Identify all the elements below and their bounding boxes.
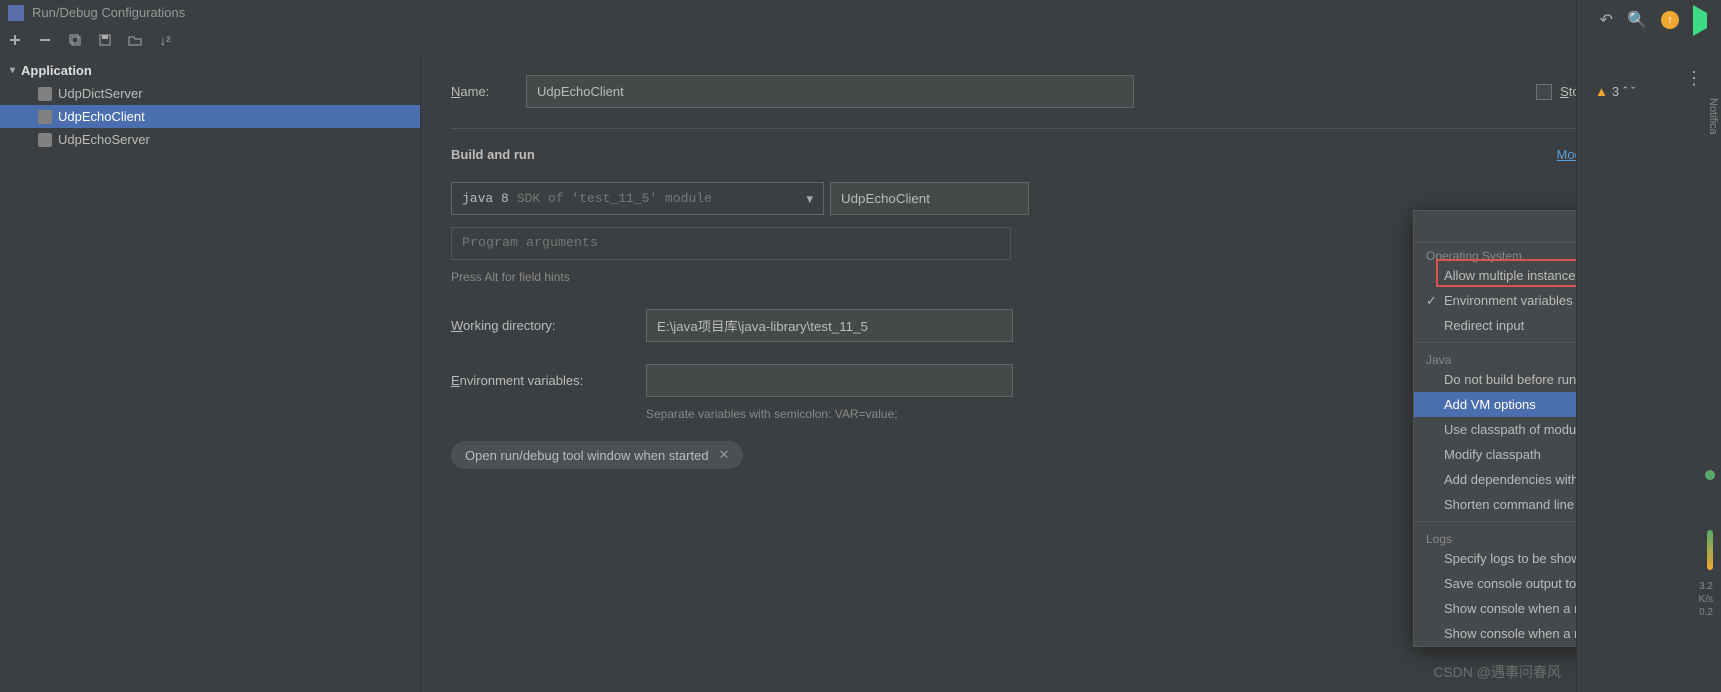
tree-item-udpechoserver[interactable]: UdpEchoServer (0, 128, 420, 151)
tree-item-label: UdpEchoClient (58, 109, 145, 124)
popup-item-label: Redirect input (1444, 318, 1524, 333)
kebab-menu-icon[interactable]: ⋮ (1685, 68, 1701, 89)
popup-item-label: Environment variables (1444, 293, 1573, 308)
warning-count: 3 (1612, 84, 1619, 99)
working-directory-label: Working directory: (451, 318, 646, 333)
config-toolbar: ↓² (0, 25, 1721, 55)
tree-root-application[interactable]: ▾ Application (0, 59, 420, 82)
notifications-tab[interactable]: Notifica (1703, 90, 1721, 143)
popup-item-label: Shorten command line (1444, 497, 1574, 512)
chevron-down-icon: ▾ (806, 191, 813, 207)
working-directory-input[interactable] (646, 309, 1013, 342)
popup-item-label: Modify classpath (1444, 447, 1541, 462)
window-title: Run/Debug Configurations (32, 5, 1583, 20)
check-icon: ✓ (1426, 293, 1437, 309)
csdn-watermark: CSDN @遇事问春风 (1433, 662, 1561, 682)
warning-icon: ▲ (1595, 84, 1608, 99)
program-arguments-input[interactable] (451, 227, 1011, 260)
popup-item-label: Use classpath of module (1444, 422, 1586, 437)
store-checkbox[interactable] (1536, 84, 1552, 100)
config-form: Name: Store as project file ⚙ Build and … (420, 55, 1721, 692)
build-run-section-title: Build and run (451, 147, 535, 162)
window-titlebar: Run/Debug Configurations — ▢ ✕ (0, 0, 1721, 25)
update-icon[interactable]: ↑ (1661, 11, 1679, 29)
remove-config-icon[interactable] (36, 31, 54, 49)
sdk-hint: SDK of 'test_11_5' module (517, 191, 712, 206)
gutter-marker-yellow (1707, 530, 1713, 570)
popup-item-label: Add VM options (1444, 397, 1536, 412)
tree-item-udpechoclient[interactable]: UdpEchoClient (0, 105, 420, 128)
add-config-icon[interactable] (6, 31, 24, 49)
network-stats: 3.2 K/s 0.2 (1699, 580, 1713, 619)
gutter-marker-green (1705, 470, 1715, 480)
run-config-icon (38, 133, 52, 147)
chip-close-icon[interactable]: ✕ (719, 447, 730, 463)
environment-variables-label: Environment variables: (451, 373, 646, 388)
popup-item-label: Save console output to file (1444, 576, 1597, 591)
chevron-down-icon: ▾ (10, 65, 15, 76)
copy-config-icon[interactable] (66, 31, 84, 49)
tree-item-label: UdpEchoServer (58, 132, 150, 147)
popup-item-label: Do not build before run (1444, 372, 1576, 387)
main-class-input[interactable] (830, 182, 1029, 215)
tree-item-label: UdpDictServer (58, 86, 143, 101)
open-tool-window-chip[interactable]: Open run/debug tool window when started … (451, 441, 743, 469)
config-tree: ▾ Application UdpDictServer UdpEchoClien… (0, 55, 420, 692)
sdk-select[interactable]: java 8 SDK of 'test_11_5' module ▾ (451, 182, 824, 215)
chevron-icon: ˆ ˇ (1623, 84, 1635, 99)
undo-icon[interactable]: ↶ (1600, 10, 1613, 30)
chip-label: Open run/debug tool window when started (465, 448, 709, 463)
play-icon[interactable] (1693, 13, 1707, 28)
folder-config-icon[interactable] (126, 31, 144, 49)
sdk-name: java 8 (462, 191, 509, 206)
save-config-icon[interactable] (96, 31, 114, 49)
popup-item-label: Allow multiple instances (1444, 268, 1582, 283)
sort-config-icon[interactable]: ↓² (156, 31, 174, 49)
name-label: Name: (451, 84, 526, 99)
app-icon (8, 5, 24, 21)
ide-right-strip: ↶ 🔍 ↑ ⋮ ▲ 3 ˆ ˇ Notifica 3.2 K/s 0.2 (1576, 0, 1721, 692)
tree-item-udpdictserver[interactable]: UdpDictServer (0, 82, 420, 105)
name-input[interactable] (526, 75, 1134, 108)
search-icon[interactable]: 🔍 (1627, 10, 1647, 30)
run-config-icon (38, 87, 52, 101)
run-config-icon (38, 110, 52, 124)
environment-variables-input[interactable] (646, 364, 1013, 397)
tree-root-label: Application (21, 63, 92, 78)
